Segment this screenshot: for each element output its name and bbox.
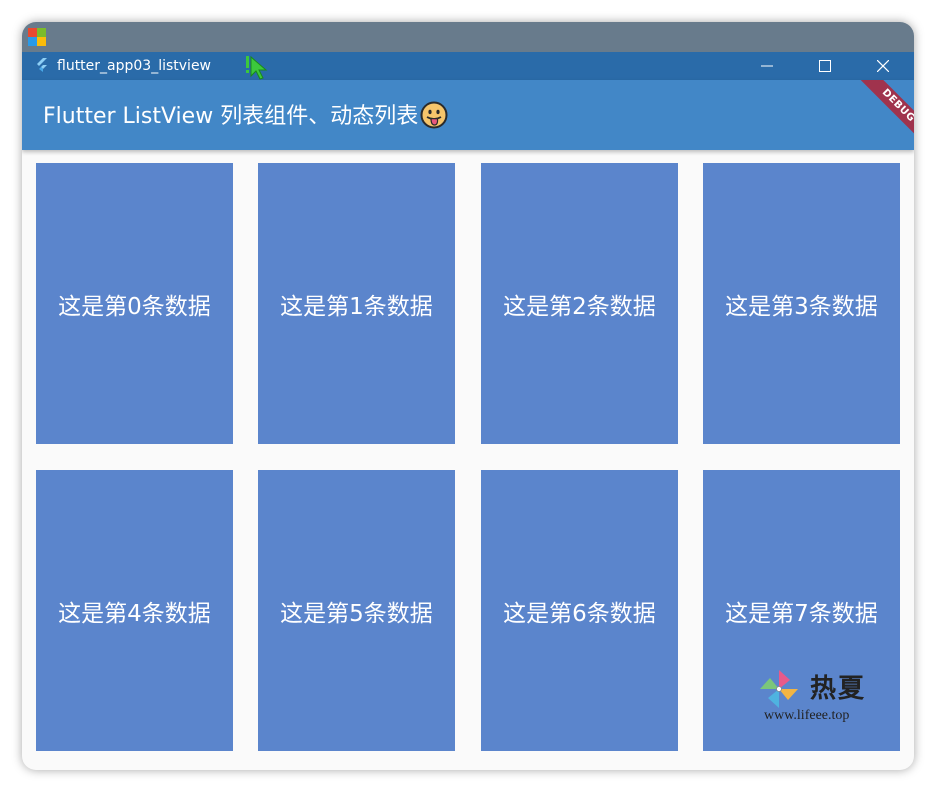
tile-label: 这是第0条数据 (58, 293, 211, 320)
app-window: flutter_app03_listview Flutter ListView … (22, 22, 914, 770)
tile-label: 这是第5条数据 (280, 600, 433, 627)
tile-label: 这是第3条数据 (725, 293, 878, 320)
window-titlebar[interactable]: flutter_app03_listview (22, 52, 914, 80)
flutter-icon (37, 58, 47, 72)
cursor-icon (246, 55, 268, 80)
tile-label: 这是第2条数据 (503, 293, 656, 320)
pinwheel-icon (760, 670, 798, 708)
grinning-face-tongue-icon (420, 101, 448, 129)
watermark: 热夏 www.lifeee.top (758, 668, 873, 728)
windows-logo-icon[interactable] (28, 28, 46, 46)
minimize-icon (761, 65, 773, 67)
tile-label: 这是第7条数据 (725, 600, 878, 627)
tile-label: 这是第6条数据 (503, 600, 656, 627)
window-title: flutter_app03_listview (57, 58, 212, 74)
grid-tile[interactable]: 这是第2条数据 (481, 163, 678, 444)
app-bar-title: Flutter ListView 列表组件、动态列表 (43, 80, 448, 154)
debug-banner: DEBUG (834, 80, 914, 160)
tile-label: 这是第4条数据 (58, 600, 211, 627)
desktop-strip (22, 22, 914, 52)
close-icon (877, 60, 889, 72)
watermark-url: www.lifeee.top (764, 708, 850, 723)
maximize-icon (819, 60, 831, 72)
grid-tile[interactable]: 这是第3条数据 (703, 163, 900, 444)
app-bar: Flutter ListView 列表组件、动态列表 (22, 80, 914, 150)
tile-label: 这是第1条数据 (280, 293, 433, 320)
grid-tile[interactable]: 这是第0条数据 (36, 163, 233, 444)
close-button[interactable] (860, 52, 906, 80)
grid-tile[interactable]: 这是第4条数据 (36, 470, 233, 751)
watermark-brand: 热夏 (810, 674, 867, 704)
grid-tile[interactable]: 这是第5条数据 (258, 470, 455, 751)
minimize-button[interactable] (744, 52, 790, 80)
maximize-button[interactable] (802, 52, 848, 80)
grid-tile[interactable]: 这是第6条数据 (481, 470, 678, 751)
grid-tile[interactable]: 这是第1条数据 (258, 163, 455, 444)
debug-label: DEBUG (849, 80, 914, 155)
